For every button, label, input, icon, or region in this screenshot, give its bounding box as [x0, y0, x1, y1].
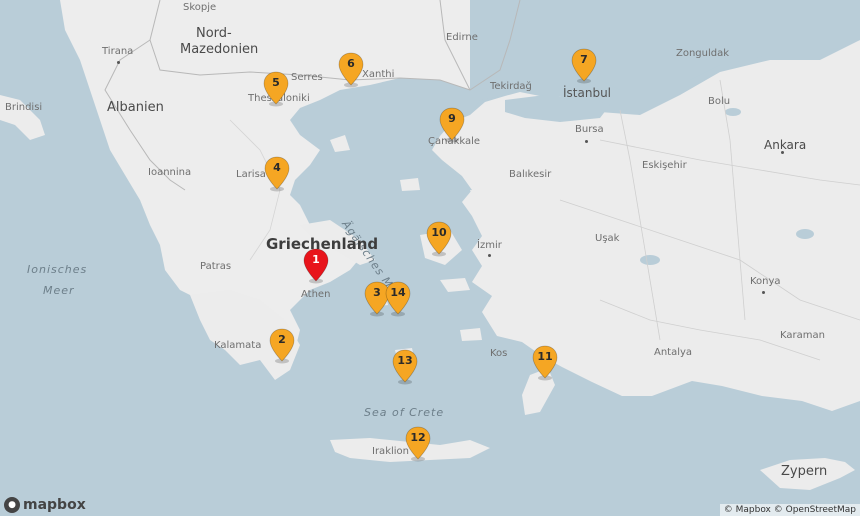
map-marker-12[interactable]: 12 — [404, 426, 432, 462]
city-dot-ankara — [781, 151, 784, 154]
map-marker-label: 6 — [347, 57, 355, 70]
map-marker-6[interactable]: 6 — [337, 52, 365, 88]
city-dot-tirana — [117, 61, 120, 64]
mapbox-icon: ● — [4, 497, 20, 513]
map-marker-2[interactable]: 2 — [268, 328, 296, 364]
map-marker-label: 14 — [390, 286, 406, 299]
map-marker-label: 2 — [278, 333, 286, 346]
mapbox-logo-text: mapbox — [23, 497, 86, 513]
map-marker-label: 1 — [312, 253, 320, 266]
map-marker-7[interactable]: 7 — [570, 48, 598, 84]
map-marker-label: 12 — [410, 431, 426, 444]
map-marker-1[interactable]: 1 — [302, 248, 330, 284]
city-dot-bursa — [585, 140, 588, 143]
map-marker-label: 7 — [580, 53, 588, 66]
map-marker-11[interactable]: 11 — [531, 345, 559, 381]
city-dot-izmir — [488, 254, 491, 257]
map-marker-label: 10 — [431, 226, 447, 239]
map-marker-4[interactable]: 4 — [263, 156, 291, 192]
mapbox-logo[interactable]: ● mapbox — [4, 497, 86, 513]
map-marker-5[interactable]: 5 — [262, 71, 290, 107]
map-marker-10[interactable]: 10 — [425, 221, 453, 257]
map-canvas[interactable]: Skopje Nord- Mazedonien Tirana Albanien … — [0, 0, 860, 516]
map-marker-label: 13 — [397, 354, 413, 367]
map-marker-9[interactable]: 9 — [438, 107, 466, 143]
map-marker-14[interactable]: 14 — [384, 281, 412, 317]
map-marker-13[interactable]: 13 — [391, 349, 419, 385]
map-attribution[interactable]: © Mapbox © OpenStreetMap — [719, 504, 860, 516]
map-marker-label: 9 — [448, 112, 456, 125]
city-dot-konya — [762, 291, 765, 294]
map-marker-label: 4 — [273, 161, 281, 174]
map-marker-label: 11 — [537, 350, 553, 363]
map-marker-label: 5 — [272, 76, 280, 89]
